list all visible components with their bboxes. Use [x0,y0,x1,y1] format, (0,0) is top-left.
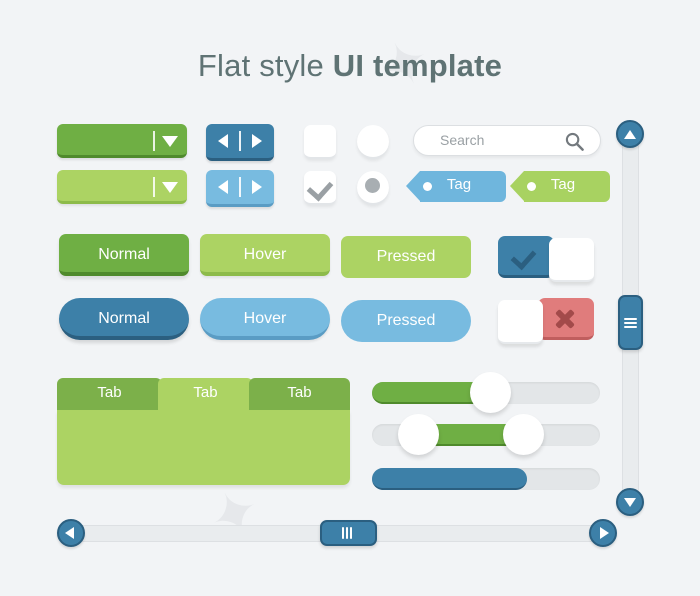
dropdown-divider [153,177,155,197]
triangle-left-icon[interactable] [218,134,228,148]
button-label: Hover [243,246,287,263]
slider-handle[interactable] [470,372,511,413]
tag-label: Tag [446,176,472,193]
triangle-down-icon [162,182,178,193]
button-green-pressed[interactable]: Pressed [341,236,471,278]
grip-lines-vertical-icon [342,527,355,539]
dropdown-hover[interactable] [57,170,187,204]
tag-point-shape [406,171,420,201]
tab-3[interactable]: Tab [249,378,350,410]
tab-label: Tab [97,384,122,401]
check-icon [510,243,537,271]
stepper-divider [239,131,241,151]
radio-dot-icon [365,178,380,193]
progress-fill [372,468,527,490]
triangle-down-icon [624,498,636,507]
tab-1[interactable]: Tab [57,378,162,410]
tag-label: Tag [550,176,576,193]
button-label: Hover [243,310,287,327]
triangle-left-icon [65,527,74,539]
tag-blue[interactable]: Tag [406,171,506,202]
slider-handle-start[interactable] [398,414,439,455]
tab-panel [57,410,350,485]
scroll-down-button[interactable] [616,488,644,516]
button-blue-pressed[interactable]: Pressed [341,300,471,342]
slider-single[interactable] [372,372,600,413]
button-blue-hover[interactable]: Hover [200,298,330,340]
vertical-scrollbar-thumb[interactable] [618,295,643,350]
slider-handle-end[interactable] [503,414,544,455]
scroll-up-button[interactable] [616,120,644,148]
toggle-knob[interactable] [498,300,543,344]
triangle-right-icon [600,527,609,539]
search-input[interactable]: Search [413,125,601,156]
triangle-down-icon [162,136,178,147]
stepper-hover[interactable] [206,170,274,207]
stepper-divider [239,177,241,197]
page-title-bold: UI template [332,48,503,83]
button-label: Pressed [376,248,436,265]
check-icon [306,174,334,202]
scroll-left-button[interactable] [57,519,85,547]
dropdown-arrow-area[interactable] [153,170,187,201]
tab-2-active[interactable]: Tab [158,378,253,412]
button-green-normal[interactable]: Normal [59,234,189,276]
triangle-up-icon [624,130,636,139]
slider-range[interactable] [372,414,600,455]
grip-lines-horizontal-icon [624,318,637,328]
toggle-off[interactable] [498,298,594,344]
search-placeholder: Search [440,132,485,148]
button-label: Normal [98,310,150,327]
vertical-scrollbar[interactable] [615,120,645,516]
toggle-on-track [498,236,554,278]
dropdown-normal[interactable] [57,124,187,158]
button-blue-normal[interactable]: Normal [59,298,189,340]
search-icon[interactable] [565,132,584,151]
progress-bar[interactable] [372,468,600,490]
radio-unselected[interactable] [357,125,389,159]
button-green-hover[interactable]: Hover [200,234,330,276]
toggle-off-track [538,298,594,340]
triangle-left-icon[interactable] [218,180,228,194]
button-label: Pressed [376,312,436,329]
tag-point-shape [510,171,524,201]
stepper-normal[interactable] [206,124,274,161]
button-label: Normal [98,246,150,263]
page-title-thin: Flat style [197,48,333,83]
triangle-right-icon[interactable] [252,180,262,194]
horizontal-scrollbar[interactable] [57,518,617,548]
page-title: Flat style UI template [0,48,700,84]
checkbox-unchecked[interactable] [304,125,336,159]
scroll-right-button[interactable] [589,519,617,547]
dropdown-divider [153,131,155,151]
checkbox-checked[interactable] [304,171,336,205]
triangle-right-icon[interactable] [252,134,262,148]
dropdown-arrow-area[interactable] [153,124,187,155]
toggle-knob[interactable] [549,238,594,282]
horizontal-scrollbar-thumb[interactable] [320,520,377,546]
radio-selected[interactable] [357,171,389,205]
tab-group: Tab Tab Tab [57,378,350,485]
toggle-on[interactable] [498,236,594,282]
tag-green[interactable]: Tag [510,171,610,202]
tab-label: Tab [193,384,218,401]
close-icon [554,308,576,330]
tab-label: Tab [287,384,312,401]
